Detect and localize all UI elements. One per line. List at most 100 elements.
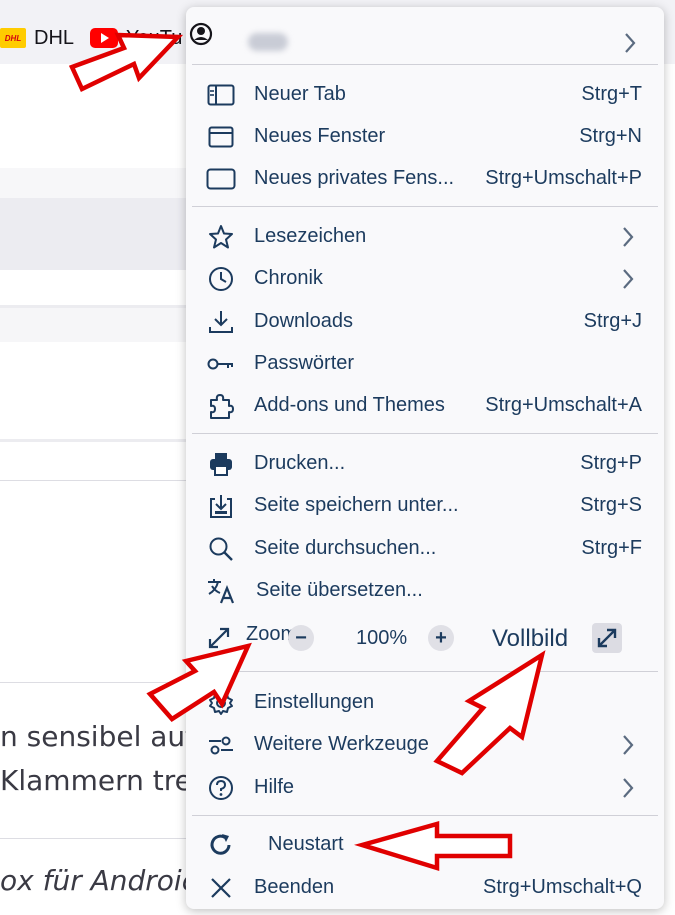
private-window-icon (206, 166, 236, 192)
menu-item-label: Neustart (268, 832, 344, 855)
menu-item-new-tab[interactable]: Neuer Tab Strg+T (192, 74, 658, 114)
chevron-right-icon (623, 227, 634, 247)
menu-item-label: Beenden (254, 875, 335, 898)
menu-separator (192, 64, 658, 65)
new-window-icon (206, 124, 236, 150)
menu-item-shortcut: Strg+N (579, 124, 642, 147)
menu-item-restart[interactable]: Neustart (192, 824, 658, 864)
print-icon (206, 451, 236, 477)
zoom-in-button[interactable]: + (428, 625, 454, 651)
clock-icon (206, 266, 236, 292)
menu-item-private-window[interactable]: Neues privates Fens... Strg+Umschalt+P (192, 158, 658, 198)
youtube-icon (90, 28, 118, 48)
menu-item-save-page[interactable]: Seite speichern unter... Strg+S (192, 485, 658, 525)
tools-icon (206, 732, 236, 758)
save-icon (206, 493, 236, 519)
menu-item-find-in-page[interactable]: Seite durchsuchen... Strg+F (192, 528, 658, 568)
bookmark-label: YouTu (126, 26, 183, 49)
menu-item-label: Seite übersetzen... (256, 578, 423, 601)
menu-item-label: Seite speichern unter... (254, 493, 459, 516)
menu-item-shortcut: Strg+Umschalt+Q (483, 875, 642, 898)
restart-icon (206, 832, 236, 858)
page-section (0, 64, 186, 168)
fullscreen-label: Vollbild (492, 625, 569, 652)
account-item[interactable] (189, 15, 658, 71)
chevron-right-icon (623, 778, 634, 798)
menu-item-label: Seite durchsuchen... (254, 536, 437, 559)
divider (0, 682, 186, 683)
menu-item-addons[interactable]: Add-ons und Themes Strg+Umschalt+A (192, 385, 658, 425)
menu-separator (192, 671, 658, 672)
menu-item-shortcut: Strg+F (581, 536, 642, 559)
bookmark-label: DHL (34, 26, 75, 49)
menu-item-downloads[interactable]: Downloads Strg+J (192, 301, 658, 341)
menu-item-label: Neues privates Fens... (254, 166, 455, 189)
menu-item-label: Hilfe (254, 775, 295, 798)
dhl-icon: DHL (0, 28, 26, 48)
account-icon (189, 22, 213, 46)
menu-item-quit[interactable]: Beenden Strg+Umschalt+Q (192, 867, 658, 907)
menu-item-label: Neues Fenster (254, 124, 386, 147)
zoom-out-button[interactable]: − (288, 625, 314, 651)
chevron-right-icon (623, 735, 634, 755)
fullscreen-button[interactable] (592, 623, 622, 653)
gear-icon (206, 690, 236, 716)
download-icon (206, 309, 236, 335)
menu-item-shortcut: Strg+P (580, 451, 642, 474)
divider (0, 838, 186, 839)
menu-item-label: Passwörter (254, 351, 355, 374)
resize-icon (206, 625, 232, 656)
page-section (0, 270, 186, 308)
menu-separator (192, 815, 658, 816)
page-section (0, 445, 186, 481)
menu-item-bookmarks[interactable]: Lesezeichen (192, 216, 658, 256)
key-icon (206, 351, 236, 377)
page-section (0, 308, 186, 342)
fullscreen-icon (597, 628, 617, 648)
menu-separator (192, 206, 658, 207)
page-section (0, 198, 186, 270)
search-icon (206, 536, 236, 562)
menu-item-label: Chronik (254, 266, 323, 289)
account-name (248, 33, 288, 51)
page-section (0, 168, 186, 198)
menu-item-label: Drucken... (254, 451, 346, 474)
puzzle-icon (206, 393, 236, 419)
close-icon (206, 875, 236, 901)
menu-item-shortcut: Strg+J (583, 309, 642, 332)
menu-item-history[interactable]: Chronik (192, 258, 658, 298)
menu-separator (192, 433, 658, 434)
menu-item-shortcut: Strg+S (580, 493, 642, 516)
zoom-level[interactable]: 100% (356, 627, 407, 650)
menu-item-shortcut: Strg+Umschalt+A (485, 393, 642, 416)
menu-item-passwords[interactable]: Passwörter (192, 343, 658, 383)
menu-item-shortcut: Strg+Umschalt+P (485, 166, 642, 189)
menu-item-label: Einstellungen (254, 690, 375, 713)
menu-item-help[interactable]: Hilfe (192, 767, 658, 807)
menu-item-label: Weitere Werkzeuge (254, 732, 429, 755)
menu-item-label: Downloads (254, 309, 353, 332)
menu-item-translate[interactable]: Seite übersetzen... (192, 570, 658, 610)
menu-item-print[interactable]: Drucken... Strg+P (192, 443, 658, 483)
zoom-controls: Zoom − 100% + Vollbild (192, 617, 658, 659)
translate-icon (206, 578, 236, 604)
new-tab-icon (206, 82, 236, 108)
menu-item-more-tools[interactable]: Weitere Werkzeuge (192, 724, 658, 764)
star-icon (206, 224, 236, 250)
help-icon (206, 775, 236, 801)
menu-item-label: Lesezeichen (254, 224, 367, 247)
bookmark-dhl[interactable]: DHL DHL (0, 24, 74, 52)
menu-item-settings[interactable]: Einstellungen (192, 682, 658, 722)
menu-item-label: Neuer Tab (254, 82, 346, 105)
chevron-right-icon (625, 33, 636, 53)
page-text: n sensibel auf (0, 720, 196, 753)
page-text: Klammern tret (0, 764, 203, 797)
menu-item-new-window[interactable]: Neues Fenster Strg+N (192, 116, 658, 156)
menu-item-shortcut: Strg+T (581, 82, 642, 105)
page-section (0, 342, 186, 442)
chevron-right-icon (623, 269, 634, 289)
page-text: ox für Androic (0, 864, 198, 897)
menu-item-label: Add-ons und Themes (254, 393, 445, 416)
bookmark-youtube[interactable]: YouTu (90, 24, 182, 52)
app-menu-panel: Neuer Tab Strg+T Neues Fenster Strg+N Ne… (186, 7, 664, 909)
